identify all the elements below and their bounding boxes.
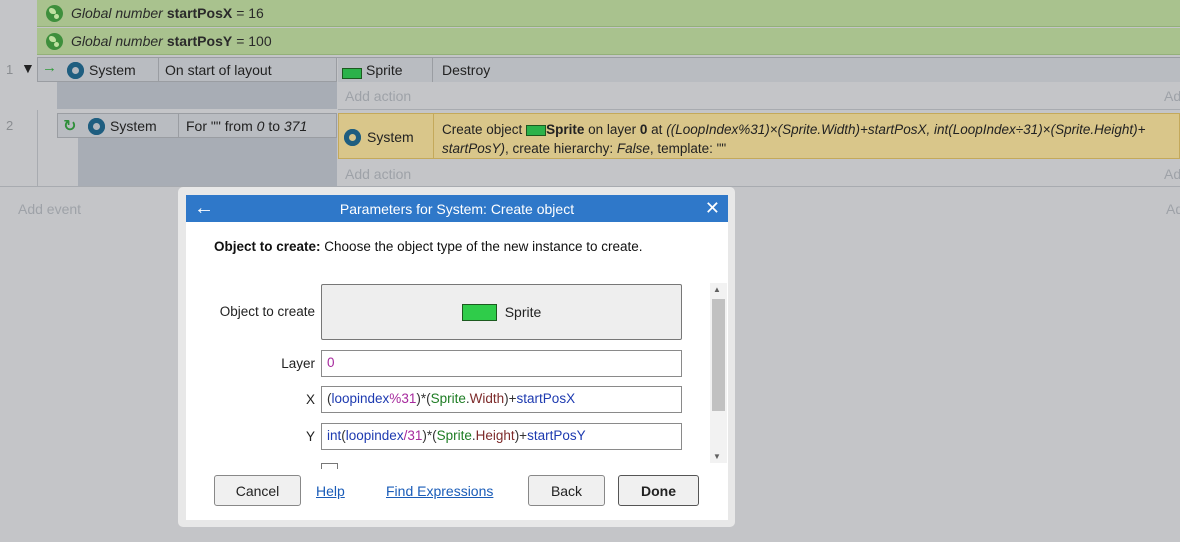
close-icon[interactable]: ✕ (705, 198, 720, 218)
condition-text: For "" from 0 to 371 (186, 118, 308, 134)
condition-object: System (89, 62, 136, 78)
scrollbar-thumb[interactable] (712, 299, 725, 411)
gear-icon (67, 61, 84, 79)
global-var-row[interactable]: Global number startPosY = 100 (37, 28, 1180, 55)
condition-spacer (78, 138, 337, 186)
scroll-down-icon[interactable]: ▼ (713, 452, 721, 461)
dialog-title: Parameters for System: Create object (339, 200, 575, 217)
sprite-icon (342, 67, 362, 79)
cell-divider (158, 58, 159, 81)
cell-divider (432, 58, 433, 82)
object-picker-value: Sprite (504, 304, 542, 320)
y-expression-input[interactable]: int(loopindex/31)*(Sprite.Height)+startP… (321, 423, 682, 450)
event-tree-line (37, 110, 38, 186)
scroll-up-icon[interactable]: ▲ (713, 285, 721, 294)
condition-object: System (110, 118, 157, 134)
row-divider (338, 109, 1180, 110)
add-action-right[interactable]: Ad (1164, 88, 1180, 104)
globe-icon (46, 32, 63, 50)
object-picker-button[interactable]: Sprite (321, 284, 682, 340)
global-var-prefix: Global number (71, 5, 163, 21)
y-label: Y (305, 429, 315, 444)
done-button[interactable]: Done (618, 475, 699, 506)
parameters-dialog: ← Parameters for System: Create object ✕… (186, 195, 728, 520)
trigger-arrow-icon: → (42, 59, 57, 76)
global-var-name: startPosX (166, 5, 233, 21)
condition-spacer (57, 82, 337, 109)
add-action-link[interactable]: Add action (345, 88, 411, 104)
x-expression-input[interactable]: (loopindex%31)*(Sprite.Width)+startPosX (321, 386, 682, 413)
add-event-link[interactable]: Add event (18, 201, 81, 217)
sprite-icon (526, 124, 547, 136)
global-var-value: = 100 (236, 33, 272, 49)
event-condition[interactable]: → System On start of layout (37, 57, 337, 82)
dialog-titlebar: ← Parameters for System: Create object ✕ (186, 195, 728, 222)
sprite-icon (461, 303, 497, 321)
global-var-name: startPosY (166, 33, 233, 49)
parameter-description: Object to create: Choose the object type… (214, 239, 643, 254)
cell-divider (433, 114, 434, 158)
loop-icon: ↻ (63, 118, 77, 135)
globe-icon (46, 4, 63, 22)
global-var-value: = 16 (236, 5, 264, 21)
condition-text: On start of layout (165, 62, 272, 78)
action-text: Create object Sprite on layer 0 at ((Loo… (442, 122, 1146, 156)
cancel-button[interactable]: Cancel (214, 475, 301, 506)
collapse-arrow-icon[interactable]: ▼ (21, 60, 35, 76)
event-action[interactable]: Sprite Destroy (338, 57, 1180, 82)
cell-divider (178, 114, 179, 137)
action-object: Sprite (366, 62, 403, 78)
global-var-prefix: Global number (71, 33, 163, 49)
layer-input[interactable]: 0 (321, 350, 682, 377)
global-var-row[interactable]: Global number startPosX = 16 (37, 0, 1180, 27)
add-action-link[interactable]: Add action (345, 166, 411, 182)
layer-label: Layer (281, 356, 315, 371)
help-link[interactable]: Help (316, 483, 345, 499)
object-to-create-label: Object to create (219, 304, 315, 319)
action-text: Destroy (442, 62, 491, 78)
find-expressions-link[interactable]: Find Expressions (386, 483, 493, 499)
x-label: X (305, 392, 315, 407)
add-event-right[interactable]: Ad (1166, 201, 1180, 217)
event-number: 2 (6, 118, 14, 133)
gear-icon (88, 117, 105, 135)
back-arrow-icon[interactable]: ← (194, 198, 214, 218)
event-action-selected[interactable]: System Create object Sprite on layer 0 a… (338, 113, 1180, 159)
hierarchy-checkbox[interactable] (321, 463, 338, 469)
back-button[interactable]: Back (528, 475, 605, 506)
add-action-right[interactable]: Ad (1164, 166, 1180, 182)
action-object: System (367, 129, 414, 145)
event-number: 1 (6, 62, 14, 77)
gear-icon (344, 128, 361, 146)
event-condition[interactable]: ↻ System For "" from 0 to 371 (57, 113, 337, 138)
